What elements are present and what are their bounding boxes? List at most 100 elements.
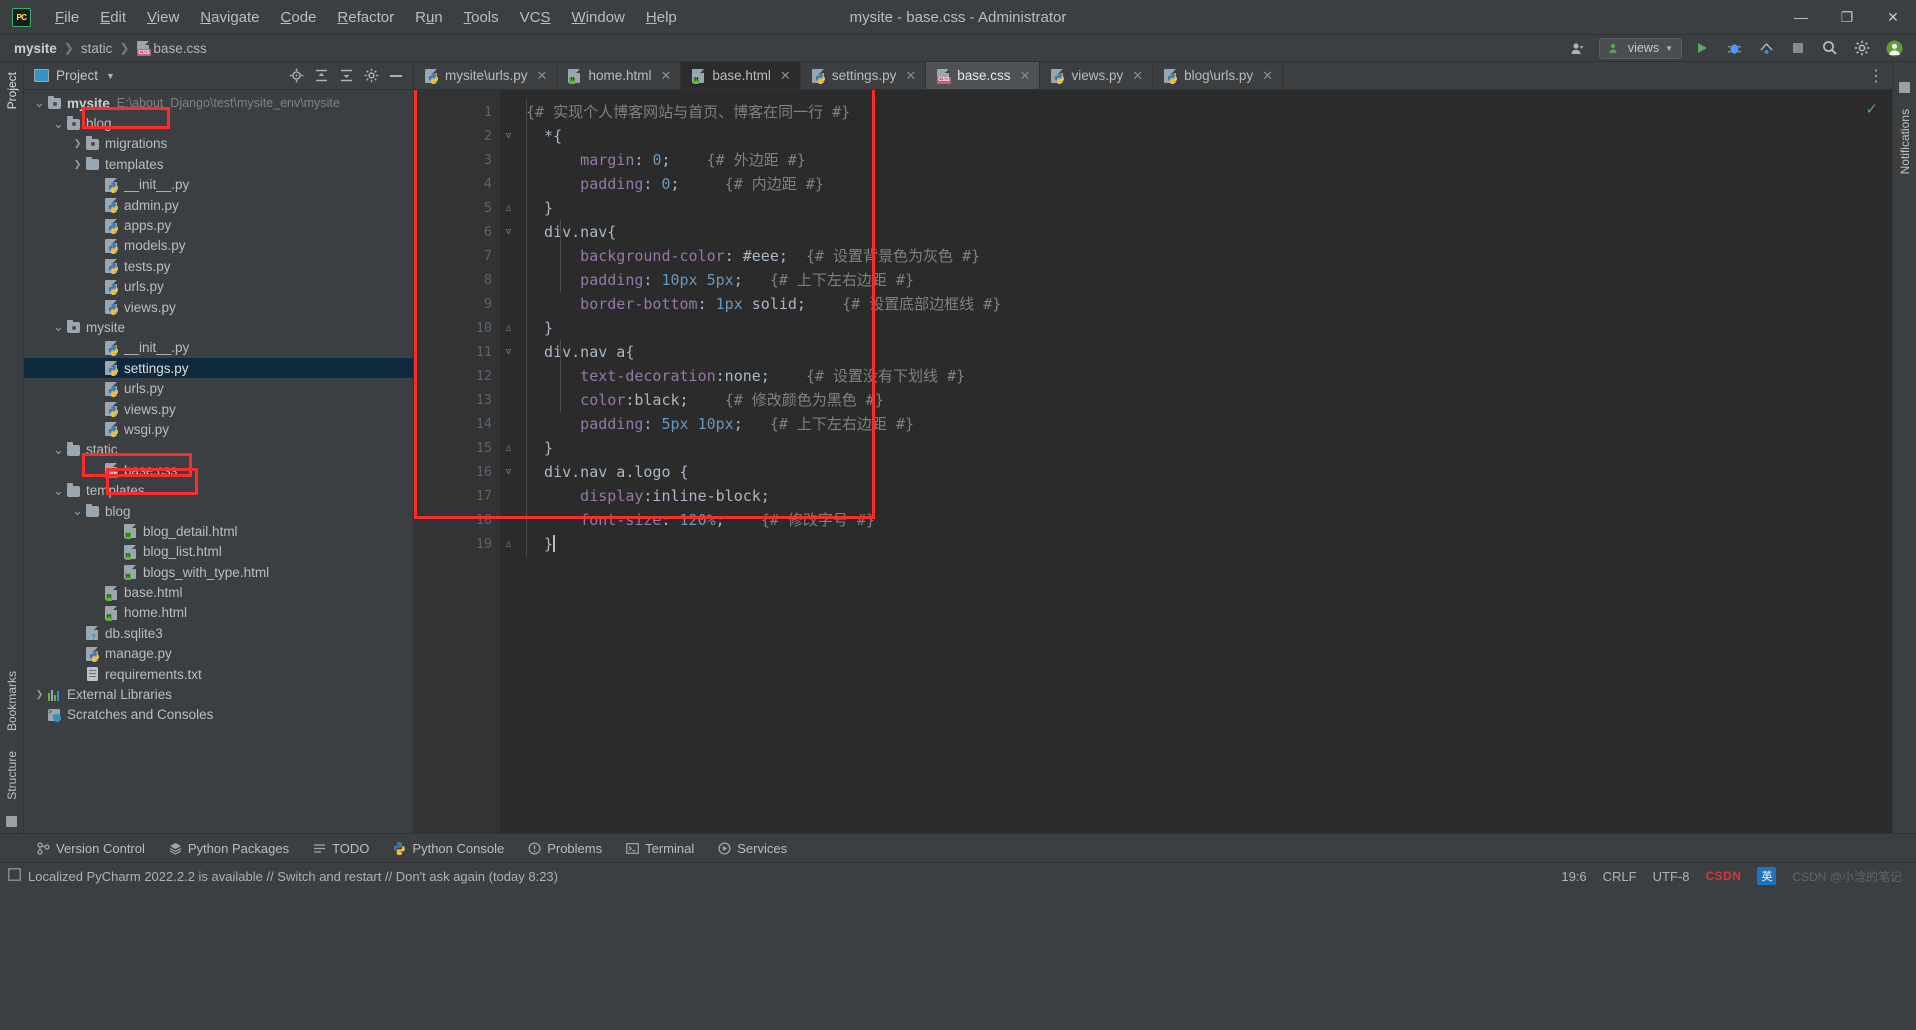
tree-item---init---py[interactable]: __init__.py [24, 175, 413, 195]
collapse-all-icon[interactable] [335, 65, 357, 87]
editor-tab-base-html[interactable]: Hbase.html ✕ [681, 62, 801, 89]
tree-item-apps-py[interactable]: apps.py [24, 215, 413, 235]
tree-item-manage-py[interactable]: manage.py [24, 644, 413, 664]
status-message[interactable]: Localized PyCharm 2022.2.2 is available … [28, 869, 558, 884]
tree-item-blog-detail-html[interactable]: Hblog_detail.html [24, 521, 413, 541]
search-icon[interactable] [1818, 37, 1842, 59]
chevron-down-icon[interactable]: ⌄ [51, 443, 66, 456]
run-configuration-selector[interactable]: views ▼ [1598, 37, 1682, 59]
tab-overflow-button[interactable]: ⋮ [1860, 62, 1892, 89]
tree-item-admin-py[interactable]: admin.py [24, 195, 413, 215]
menu-run[interactable]: Run [405, 5, 453, 30]
chevron-down-icon[interactable]: ▼ [106, 71, 115, 81]
tree-item-urls-py[interactable]: urls.py [24, 378, 413, 398]
menu-tools[interactable]: Tools [454, 5, 509, 30]
editor-tab-mysite-urls-py[interactable]: mysite\urls.py ✕ [414, 62, 558, 89]
rail-tab-bookmarks[interactable]: Bookmarks [5, 661, 19, 741]
inspection-status-icon[interactable]: ✓ [1865, 100, 1878, 118]
settings-icon[interactable] [360, 65, 382, 87]
chevron-down-icon[interactable]: ⌄ [51, 484, 66, 497]
tree-item-blog[interactable]: ⌄ blog [24, 113, 413, 133]
tree-item-models-py[interactable]: models.py [24, 236, 413, 256]
menu-window[interactable]: Window [562, 5, 635, 30]
stop-icon[interactable] [1786, 37, 1810, 59]
menu-edit[interactable]: Edit [90, 5, 136, 30]
locate-icon[interactable] [285, 65, 307, 87]
tree-item-mysite[interactable]: ⌄ mysite [24, 317, 413, 337]
run-icon[interactable] [1690, 37, 1714, 59]
breadcrumb-mysite[interactable]: mysite [14, 41, 57, 56]
hide-panel-icon[interactable] [385, 65, 407, 87]
rail-bottom-icon[interactable] [6, 816, 17, 827]
tree-item---init---py[interactable]: __init__.py [24, 338, 413, 358]
breadcrumb-static[interactable]: static [81, 41, 113, 56]
menu-view[interactable]: View [137, 5, 189, 30]
tree-item-base-html[interactable]: Hbase.html [24, 582, 413, 602]
caret-position[interactable]: 19:6 [1561, 869, 1586, 884]
tree-item-scratches and consoles[interactable]: >_ Scratches and Consoles [24, 705, 413, 725]
chevron-right-icon[interactable]: ❯ [32, 689, 47, 700]
breadcrumb-base-css[interactable]: base.css [153, 41, 206, 56]
user-icon[interactable] [1567, 37, 1591, 59]
chevron-right-icon[interactable]: ❯ [70, 138, 85, 149]
tree-item-blog[interactable]: ⌄ blog [24, 501, 413, 521]
tab-close-icon[interactable]: ✕ [1020, 68, 1031, 84]
menu-vcs[interactable]: VCS [510, 5, 561, 30]
bottom-tab-problems[interactable]: Problems [517, 838, 613, 859]
chevron-down-icon[interactable]: ⌄ [51, 117, 66, 130]
bottom-tab-terminal[interactable]: Terminal [615, 838, 705, 859]
bottom-tab-python-packages[interactable]: Python Packages [158, 838, 300, 859]
tree-item-templates[interactable]: ❯ templates [24, 154, 413, 174]
chevron-down-icon[interactable]: ⌄ [51, 320, 66, 333]
tree-item-urls-py[interactable]: urls.py [24, 277, 413, 297]
account-icon[interactable] [1882, 37, 1906, 59]
menu-help[interactable]: Help [636, 5, 687, 30]
tree-item-wsgi-py[interactable]: wsgi.py [24, 419, 413, 439]
chevron-right-icon[interactable]: ❯ [70, 159, 85, 170]
menu-file[interactable]: File [45, 5, 89, 30]
tree-item-home-html[interactable]: Hhome.html [24, 603, 413, 623]
line-separator[interactable]: CRLF [1603, 869, 1637, 884]
editor-tab-base-css[interactable]: CSS base.css ✕ [926, 62, 1041, 89]
bottom-tab-services[interactable]: Services [707, 838, 798, 859]
notifications-icon[interactable] [1899, 82, 1910, 93]
menu-refactor[interactable]: Refactor [327, 5, 404, 30]
minimize-icon[interactable]: — [1778, 0, 1824, 34]
expand-all-icon[interactable] [310, 65, 332, 87]
bottom-tab-python-console[interactable]: Python Console [382, 838, 515, 859]
tab-close-icon[interactable]: ✕ [780, 68, 791, 84]
code-editor[interactable]: 1 2 ▽ 3 4 5 △ 6 ▽ 7 8 9 10 △ 11 ▽ 12 13 14 15 △ 16 ▽ 17 18 19 △ {#… [414, 90, 1892, 833]
tree-item-templates[interactable]: ⌄ templates [24, 480, 413, 500]
tree-item-external libraries[interactable]: ❯ External Libraries [24, 684, 413, 704]
maximize-icon[interactable]: ❐ [1824, 0, 1870, 34]
menu-code[interactable]: Code [271, 5, 327, 30]
tree-item-mysite[interactable]: ⌄ mysite E:\about_Django\test\mysite_env\m… [24, 93, 413, 113]
tab-close-icon[interactable]: ✕ [1132, 68, 1143, 84]
tree-item-blog-list-html[interactable]: Hblog_list.html [24, 542, 413, 562]
bottom-tab-version-control[interactable]: Version Control [26, 838, 156, 859]
menu-navigate[interactable]: Navigate [190, 5, 269, 30]
rail-tab-project[interactable]: Project [5, 62, 19, 119]
tree-item-migrations[interactable]: ❯ migrations [24, 134, 413, 154]
tab-close-icon[interactable]: ✕ [660, 68, 671, 84]
editor-gutter[interactable]: 1 2 ▽ 3 4 5 △ 6 ▽ 7 8 9 10 △ 11 ▽ 12 13 14 15 △ 16 ▽ 17 18 19 △ [414, 90, 511, 833]
settings-icon[interactable] [1850, 37, 1874, 59]
ime-indicator[interactable]: 英 [1757, 867, 1777, 885]
notification-icon[interactable] [8, 868, 21, 884]
project-file-tree[interactable]: ⌄ mysite E:\about_Django\test\mysite_env\m… [24, 90, 413, 833]
tab-close-icon[interactable]: ✕ [1262, 68, 1273, 84]
tree-item-db-sqlite3[interactable]: ? db.sqlite3 [24, 623, 413, 643]
close-icon[interactable]: ✕ [1870, 0, 1916, 34]
tab-close-icon[interactable]: ✕ [905, 68, 916, 84]
chevron-down-icon[interactable]: ⌄ [32, 96, 47, 109]
tree-item-blogs-with-type-html[interactable]: Hblogs_with_type.html [24, 562, 413, 582]
tree-item-requirements-txt[interactable]: requirements.txt [24, 664, 413, 684]
chevron-down-icon[interactable]: ⌄ [70, 504, 85, 517]
coverage-icon[interactable] [1754, 37, 1778, 59]
file-encoding[interactable]: UTF-8 [1653, 869, 1690, 884]
tree-item-views-py[interactable]: views.py [24, 297, 413, 317]
code-content[interactable]: {# 实现个人博客网站与首页、博客在同一行 #} *{ margin: 0; {… [500, 90, 1878, 833]
bottom-tab-todo[interactable]: TODO [302, 838, 380, 859]
rail-tab-structure[interactable]: Structure [5, 741, 19, 810]
tree-item-views-py[interactable]: views.py [24, 399, 413, 419]
